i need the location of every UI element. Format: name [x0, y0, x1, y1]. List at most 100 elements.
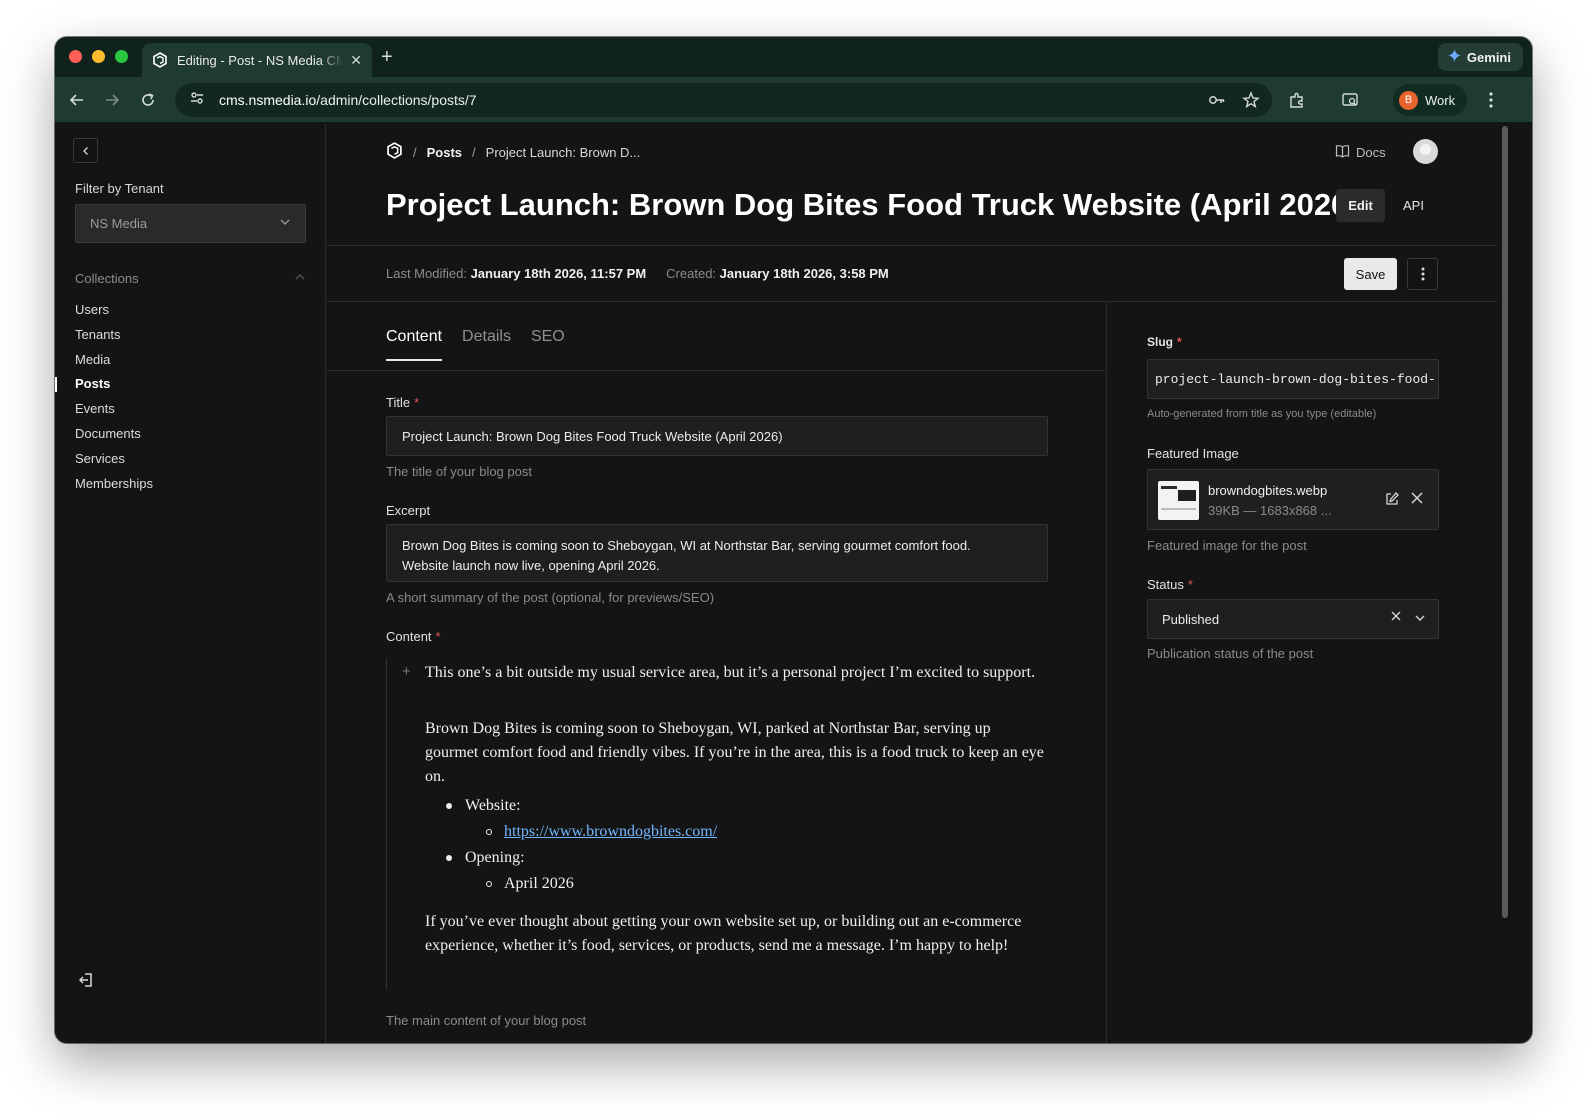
save-button[interactable]: Save	[1344, 258, 1397, 290]
tab-seo[interactable]: SEO	[531, 328, 565, 361]
profile-button[interactable]: B Work	[1393, 84, 1468, 116]
slug-input[interactable]: project-launch-brown-dog-bites-food-	[1147, 359, 1439, 399]
content-paragraph-1: This one’s a bit outside my usual servic…	[425, 664, 1036, 681]
created-value: January 18th 2026, 3:58 PM	[719, 266, 889, 281]
status-field-label: Status *	[1147, 577, 1193, 592]
remove-image-close-icon[interactable]	[1410, 491, 1424, 510]
sidebar-item-posts[interactable]: Posts	[55, 372, 153, 397]
add-block-plus-icon[interactable]: +	[402, 660, 411, 684]
breadcrumb-separator: /	[472, 144, 476, 160]
page-scrollbar[interactable]	[1498, 124, 1514, 1043]
user-avatar[interactable]	[1413, 139, 1438, 164]
title-label-text: Title	[386, 395, 411, 410]
password-key-icon[interactable]	[1208, 91, 1226, 114]
featured-image-label: Featured Image	[1147, 446, 1239, 461]
collections-group-toggle[interactable]: Collections	[75, 271, 306, 286]
sidebar-fields-column: Slug * project-launch-brown-dog-bites-foo…	[1108, 302, 1498, 1043]
browser-window: Editing - Post - NS Media CMS ✕ + Gemini…	[55, 37, 1532, 1043]
tab-details[interactable]: Details	[462, 328, 511, 361]
edit-tab-button[interactable]: Edit	[1336, 189, 1385, 222]
more-options-button[interactable]	[1407, 258, 1438, 290]
list-sub-bullet	[486, 881, 492, 887]
document-meta: Last Modified: January 18th 2026, 11:57 …	[386, 266, 889, 281]
tab-strip: Editing - Post - NS Media CMS ✕ + Gemini	[55, 37, 1532, 77]
chevron-down-icon	[279, 216, 291, 231]
tab-content[interactable]: Content	[386, 328, 443, 361]
site-settings-icon[interactable]	[189, 90, 205, 111]
sidebar-item-media[interactable]: Media	[75, 348, 153, 373]
status-label-text: Status	[1147, 577, 1184, 592]
sidebar-item-tenants[interactable]: Tenants	[75, 323, 153, 348]
required-asterisk: *	[435, 629, 441, 644]
docs-link[interactable]: Docs	[1335, 144, 1386, 161]
breadcrumb: / Posts / Project Launch: Brown D...	[386, 142, 640, 162]
reload-icon[interactable]	[138, 90, 158, 110]
featured-image-card: browndogbites.webp 39KB — 1683x868 ...	[1147, 469, 1439, 530]
list-subitem-opening-date: April 2026	[504, 875, 574, 892]
title-helper: The title of your blog post	[386, 464, 532, 479]
sidebar-item-documents[interactable]: Documents	[75, 422, 153, 447]
content-paragraph-2: Brown Dog Bites is coming soon to Sheboy…	[425, 720, 1044, 785]
gemini-button[interactable]: Gemini	[1437, 43, 1523, 71]
new-tab-button[interactable]: +	[381, 46, 393, 69]
close-tab-icon[interactable]: ✕	[350, 52, 362, 69]
sidebar-item-users[interactable]: Users	[75, 298, 153, 323]
home-logo-icon[interactable]	[386, 142, 403, 162]
list-item-opening: Opening:	[465, 849, 525, 866]
sidebar-item-events[interactable]: Events	[75, 397, 153, 422]
chevron-down-icon[interactable]	[1414, 612, 1426, 627]
maximize-window-button[interactable]	[115, 50, 128, 63]
header-divider	[327, 245, 1498, 246]
tab-title: Editing - Post - NS Media CMS	[177, 52, 345, 68]
address-bar[interactable]: cms.nsmedia.io/admin/collections/posts/7	[175, 83, 1272, 117]
content-paragraph-3: If you’ve ever thought about getting you…	[425, 913, 1022, 954]
sidebar: Filter by Tenant NS Media Collections Us…	[55, 124, 326, 1043]
required-asterisk: *	[414, 395, 420, 410]
last-modified-label: Last Modified:	[386, 266, 467, 281]
url-path: /admin/collections/posts/7	[316, 92, 477, 108]
gemini-label: Gemini	[1466, 49, 1511, 65]
breadcrumb-posts-link[interactable]: Posts	[427, 145, 462, 160]
minimize-window-button[interactable]	[92, 50, 105, 63]
collapse-sidebar-button[interactable]	[73, 138, 98, 163]
collections-nav: Users Tenants Media Posts Events Documen…	[55, 298, 153, 497]
browser-menu-kebab-icon[interactable]	[1481, 90, 1501, 110]
featured-image-helper: Featured image for the post	[1147, 538, 1307, 553]
bookmark-star-icon[interactable]	[1242, 91, 1260, 114]
content-column: Content Details SEO Title * Project Launc…	[327, 302, 1107, 1043]
content-helper: The main content of your blog post	[386, 1013, 587, 1028]
omnibox-actions	[1208, 91, 1260, 114]
clear-selection-close-icon[interactable]	[1390, 610, 1402, 625]
rich-text-editor[interactable]: + This one’s a bit outside my usual serv…	[386, 658, 1048, 990]
close-window-button[interactable]	[69, 50, 82, 63]
tenant-select[interactable]: NS Media	[75, 204, 306, 243]
url-host: cms.nsmedia.io	[219, 92, 317, 108]
api-tab-link[interactable]: API	[1403, 198, 1424, 213]
sidebar-item-memberships[interactable]: Memberships	[75, 472, 153, 497]
back-arrow-icon[interactable]	[67, 90, 87, 110]
tab-search-icon[interactable]	[1340, 90, 1360, 110]
site-logo-icon	[152, 52, 168, 68]
website-link[interactable]: https://www.browndogbites.com/	[504, 823, 717, 840]
sidebar-item-services[interactable]: Services	[75, 447, 153, 472]
main-panel: / Posts / Project Launch: Brown D... Doc…	[327, 124, 1498, 1043]
title-input[interactable]: Project Launch: Brown Dog Bites Food Tru…	[386, 416, 1048, 456]
required-asterisk: *	[1177, 335, 1182, 349]
edit-pencil-icon[interactable]	[1384, 491, 1400, 512]
status-select[interactable]: Published	[1147, 599, 1439, 639]
browser-tab[interactable]: Editing - Post - NS Media CMS ✕	[142, 43, 372, 77]
status-select-value: Published	[1162, 611, 1220, 627]
status-helper: Publication status of the post	[1147, 646, 1314, 661]
extensions-puzzle-icon[interactable]	[1287, 90, 1307, 110]
scrollbar-thumb[interactable]	[1502, 126, 1508, 918]
required-asterisk: *	[1187, 577, 1193, 592]
filter-by-tenant-label: Filter by Tenant	[75, 181, 164, 196]
cms-app: Filter by Tenant NS Media Collections Us…	[55, 124, 1532, 1043]
excerpt-textarea[interactable]: Brown Dog Bites is coming soon to Sheboy…	[386, 524, 1048, 582]
page-title: Project Launch: Brown Dog Bites Food Tru…	[386, 187, 1359, 222]
logout-icon[interactable]	[77, 971, 95, 994]
featured-image-filename: browndogbites.webp	[1208, 483, 1328, 498]
collections-heading: Collections	[75, 271, 139, 286]
forward-arrow-icon[interactable]	[102, 90, 122, 110]
excerpt-line-2: Website launch now live, opening April 2…	[402, 557, 660, 573]
